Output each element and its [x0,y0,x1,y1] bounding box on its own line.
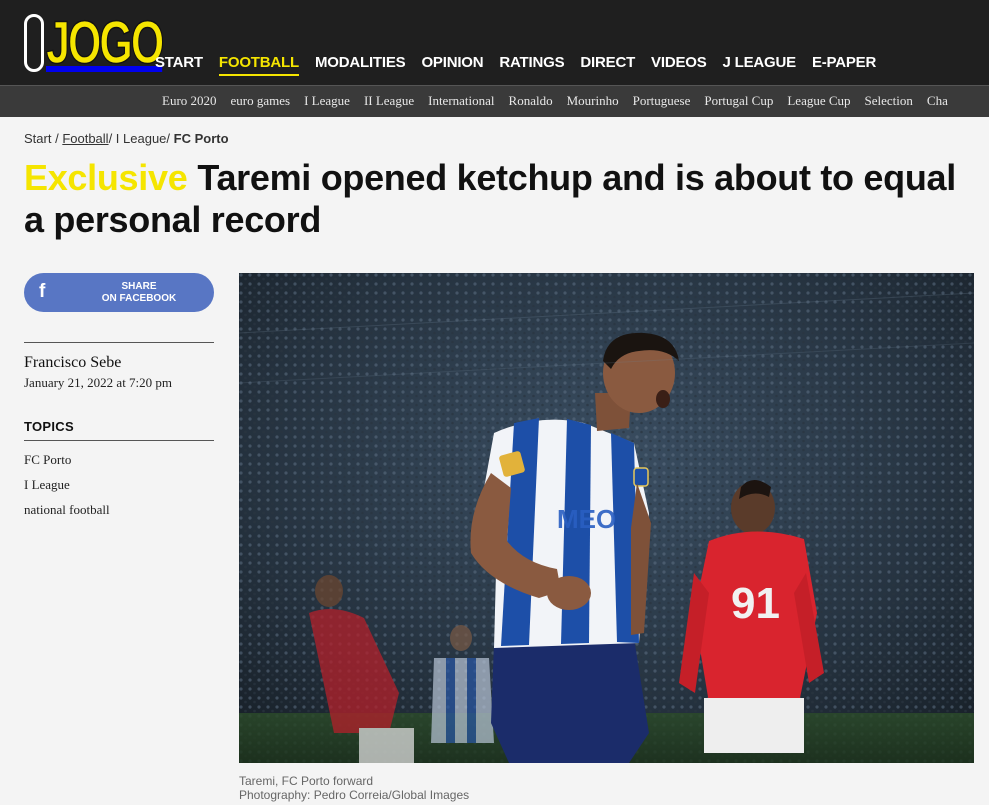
subnav-portuguese[interactable]: Portuguese [633,93,691,109]
nav-e-paper[interactable]: E-PAPER [812,54,876,76]
subnav-euro-2020[interactable]: Euro 2020 [162,93,217,109]
nav-opinion[interactable]: OPINION [421,54,483,76]
svg-text:MEO: MEO [557,504,616,534]
article-photo[interactable]: 91 MEO [239,273,974,763]
publish-date: January 21, 2022 at 7:20 pm [24,375,173,390]
nav-direct[interactable]: DIRECT [580,54,635,76]
subnav-euro-games[interactable]: euro games [231,93,291,109]
subnav-ronaldo[interactable]: Ronaldo [509,93,553,109]
author-name[interactable]: Francisco Sebe [24,354,121,372]
subnav-international[interactable]: International [428,93,494,109]
sub-nav-bar: Euro 2020 euro games I League II League … [0,85,989,117]
facebook-icon: f [39,281,46,302]
topics-heading: TOPICS [24,419,74,434]
subnav-league-cup[interactable]: League Cup [787,93,850,109]
sub-nav: Euro 2020 euro games I League II League … [162,93,962,109]
divider [24,440,214,441]
breadcrumb-league[interactable]: I League [116,131,167,146]
article-headline: Exclusive Taremi opened ketchup and is ab… [24,157,984,241]
breadcrumb-start[interactable]: Start [24,131,51,146]
share-facebook-button[interactable]: f SHARE ON FACEBOOK [24,273,214,312]
logo-o [24,14,44,72]
nav-start[interactable]: START [155,54,203,76]
subnav-selection[interactable]: Selection [865,93,913,109]
nav-ratings[interactable]: RATINGS [499,54,564,76]
topic-link[interactable]: national football [24,502,110,527]
nav-modalities[interactable]: MODALITIES [315,54,406,76]
nav-j-league[interactable]: J LEAGUE [723,54,797,76]
photo-illustration: 91 MEO [239,273,974,763]
jersey-number: 91 [731,579,780,628]
caption-credit: Photography: Pedro Correia/Global Images [239,788,470,802]
main-nav: START FOOTBALL MODALITIES OPINION RATING… [155,54,892,76]
subnav-portugal-cup[interactable]: Portugal Cup [704,93,773,109]
breadcrumb-current: FC Porto [173,131,229,146]
logo-word: JOGO [45,9,164,76]
subnav-i-league[interactable]: I League [304,93,350,109]
site-header: JOGO START FOOTBALL MODALITIES OPINION R… [0,0,989,85]
subnav-ii-league[interactable]: II League [364,93,414,109]
breadcrumb: Start / Football/ I League/ FC Porto [24,131,229,146]
share-label: SHARE ON FACEBOOK [101,281,177,304]
photo-caption: Taremi, FC Porto forward Photography: Pe… [239,774,469,802]
caption-subject: Taremi, FC Porto forward [239,774,374,788]
breadcrumb-football[interactable]: Football [62,131,108,146]
subnav-mourinho[interactable]: Mourinho [567,93,619,109]
divider [24,342,214,343]
exclusive-tag: Exclusive [24,157,188,198]
nav-videos[interactable]: VIDEOS [651,54,707,76]
subnav-cha[interactable]: Cha [927,93,948,109]
topic-link[interactable]: FC Porto [24,452,110,477]
topics-list: FC Porto I League national football [24,452,110,527]
nav-football[interactable]: FOOTBALL [218,54,299,76]
topic-link[interactable]: I League [24,477,110,502]
